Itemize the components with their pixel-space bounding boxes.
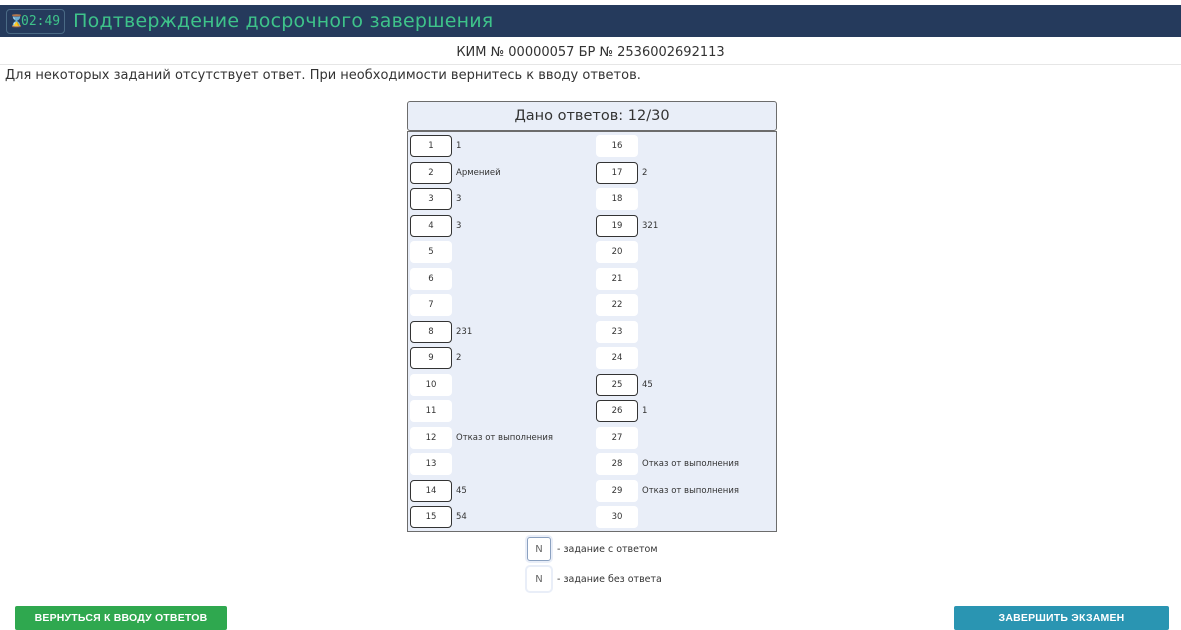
task-row: 17 2 — [596, 160, 647, 187]
task-row: 10 — [410, 372, 456, 399]
task-number[interactable]: 30 — [596, 506, 638, 529]
task-answer: 321 — [642, 220, 659, 231]
task-row: 28 Отказ от выполнения — [596, 451, 739, 478]
kim-number: КИМ № 00000057 БР № 2536002692113 — [456, 45, 725, 60]
task-row: 23 — [596, 319, 642, 346]
task-row: 30 — [596, 504, 642, 531]
task-row: 13 — [410, 451, 456, 478]
task-row: 19 321 — [596, 213, 658, 240]
task-row: 43 — [410, 213, 461, 240]
task-row: 21 — [596, 266, 642, 293]
task-number[interactable]: 8 — [410, 320, 452, 343]
task-answer: Арменией — [456, 167, 501, 178]
task-number[interactable]: 7 — [410, 294, 452, 317]
finish-exam-button[interactable]: ЗАВЕРШИТЬ ЭКЗАМЕН — [954, 606, 1169, 630]
task-answer: 1 — [456, 141, 462, 152]
task-row: 16 — [596, 133, 642, 160]
task-row: 5 — [410, 239, 456, 266]
divider — [0, 64, 1181, 65]
task-answer: 1 — [642, 406, 648, 417]
hourglass-icon: ⌛ — [9, 14, 24, 28]
task-number[interactable]: 4 — [410, 214, 452, 237]
task-answer: 231 — [456, 326, 473, 337]
task-row: 20 — [596, 239, 642, 266]
task-number[interactable]: 28 — [596, 453, 638, 476]
task-number[interactable]: 25 — [596, 373, 638, 396]
legend-with-answer: N - задание с ответом — [527, 537, 658, 561]
task-row: 6 — [410, 266, 456, 293]
task-row: 25 45 — [596, 372, 653, 399]
task-answer: Отказ от выполнения — [642, 459, 739, 470]
task-row: 29 Отказ от выполнения — [596, 478, 739, 505]
task-row: 27 — [596, 425, 642, 452]
task-row: 18 — [596, 186, 642, 213]
timer-value: 02:49 — [21, 13, 61, 29]
task-row: 12 Отказ от выполнения — [410, 425, 553, 452]
task-answer: 3 — [456, 194, 462, 205]
task-row: 33 — [410, 186, 461, 213]
missing-answers-notice: Для некоторых заданий отсутствует ответ.… — [5, 68, 641, 83]
task-number[interactable]: 21 — [596, 267, 638, 290]
task-row: 14 45 — [410, 478, 467, 505]
answers-count: Дано ответов: 12/30 — [514, 108, 670, 124]
task-row: 8 231 — [410, 319, 472, 346]
task-number[interactable]: 1 — [410, 135, 452, 158]
task-number[interactable]: 16 — [596, 135, 638, 158]
task-row: 11 — [410, 133, 461, 160]
task-number[interactable]: 10 — [410, 373, 452, 396]
task-row: 2 Арменией — [410, 160, 501, 187]
task-number[interactable]: 9 — [410, 347, 452, 370]
task-number[interactable]: 19 — [596, 214, 638, 237]
task-answer: 3 — [456, 220, 462, 231]
task-row: 26 1 — [596, 398, 647, 425]
task-number[interactable]: 2 — [410, 161, 452, 184]
task-number[interactable]: 20 — [596, 241, 638, 264]
task-answer: Отказ от выполнения — [456, 432, 553, 443]
task-answer: 2 — [456, 353, 462, 364]
task-number[interactable]: 11 — [410, 400, 452, 423]
task-number[interactable]: 26 — [596, 400, 638, 423]
task-row: 92 — [410, 345, 461, 372]
legend-answered-sample: N — [527, 537, 551, 561]
countdown-timer: ⌛ 02:49 — [6, 8, 66, 34]
task-number[interactable]: 6 — [410, 267, 452, 290]
title-bar: ⌛ 02:49 Подтверждение досрочного заверше… — [0, 5, 1181, 37]
task-number[interactable]: 29 — [596, 479, 638, 502]
task-number[interactable]: 18 — [596, 188, 638, 211]
page-title: Подтверждение досрочного завершения — [73, 10, 494, 32]
legend-unanswered-text: - задание без ответа — [557, 573, 662, 585]
task-number[interactable]: 23 — [596, 320, 638, 343]
task-row: 11 — [410, 398, 456, 425]
task-row: 15 54 — [410, 504, 467, 531]
answers-count-header: Дано ответов: 12/30 — [407, 101, 777, 131]
answers-grid: 1 1 2 Арменией 3 3 4 3 5 6 7 8 231 9 2 10 11 12 Отказ от в… — [407, 131, 777, 532]
task-answer: Отказ от выполнения — [642, 485, 739, 496]
task-number[interactable]: 3 — [410, 188, 452, 211]
task-number[interactable]: 5 — [410, 241, 452, 264]
task-answer: 2 — [642, 167, 648, 178]
task-number[interactable]: 12 — [410, 426, 452, 449]
task-row: 7 — [410, 292, 456, 319]
task-number[interactable]: 15 — [410, 506, 452, 529]
legend-answered-text: - задание с ответом — [557, 543, 658, 555]
legend-unanswered-sample: N — [527, 567, 551, 591]
task-number[interactable]: 13 — [410, 453, 452, 476]
task-number[interactable]: 24 — [596, 347, 638, 370]
back-to-answers-button[interactable]: ВЕРНУТЬСЯ К ВВОДУ ОТВЕТОВ — [15, 606, 227, 630]
legend-without-answer: N - задание без ответа — [527, 567, 662, 591]
task-row: 22 — [596, 292, 642, 319]
task-number[interactable]: 14 — [410, 479, 452, 502]
task-answer: 45 — [642, 379, 653, 390]
task-row: 24 — [596, 345, 642, 372]
task-answer: 54 — [456, 512, 467, 523]
task-number[interactable]: 22 — [596, 294, 638, 317]
task-number[interactable]: 27 — [596, 426, 638, 449]
task-answer: 45 — [456, 485, 467, 496]
task-number[interactable]: 17 — [596, 161, 638, 184]
